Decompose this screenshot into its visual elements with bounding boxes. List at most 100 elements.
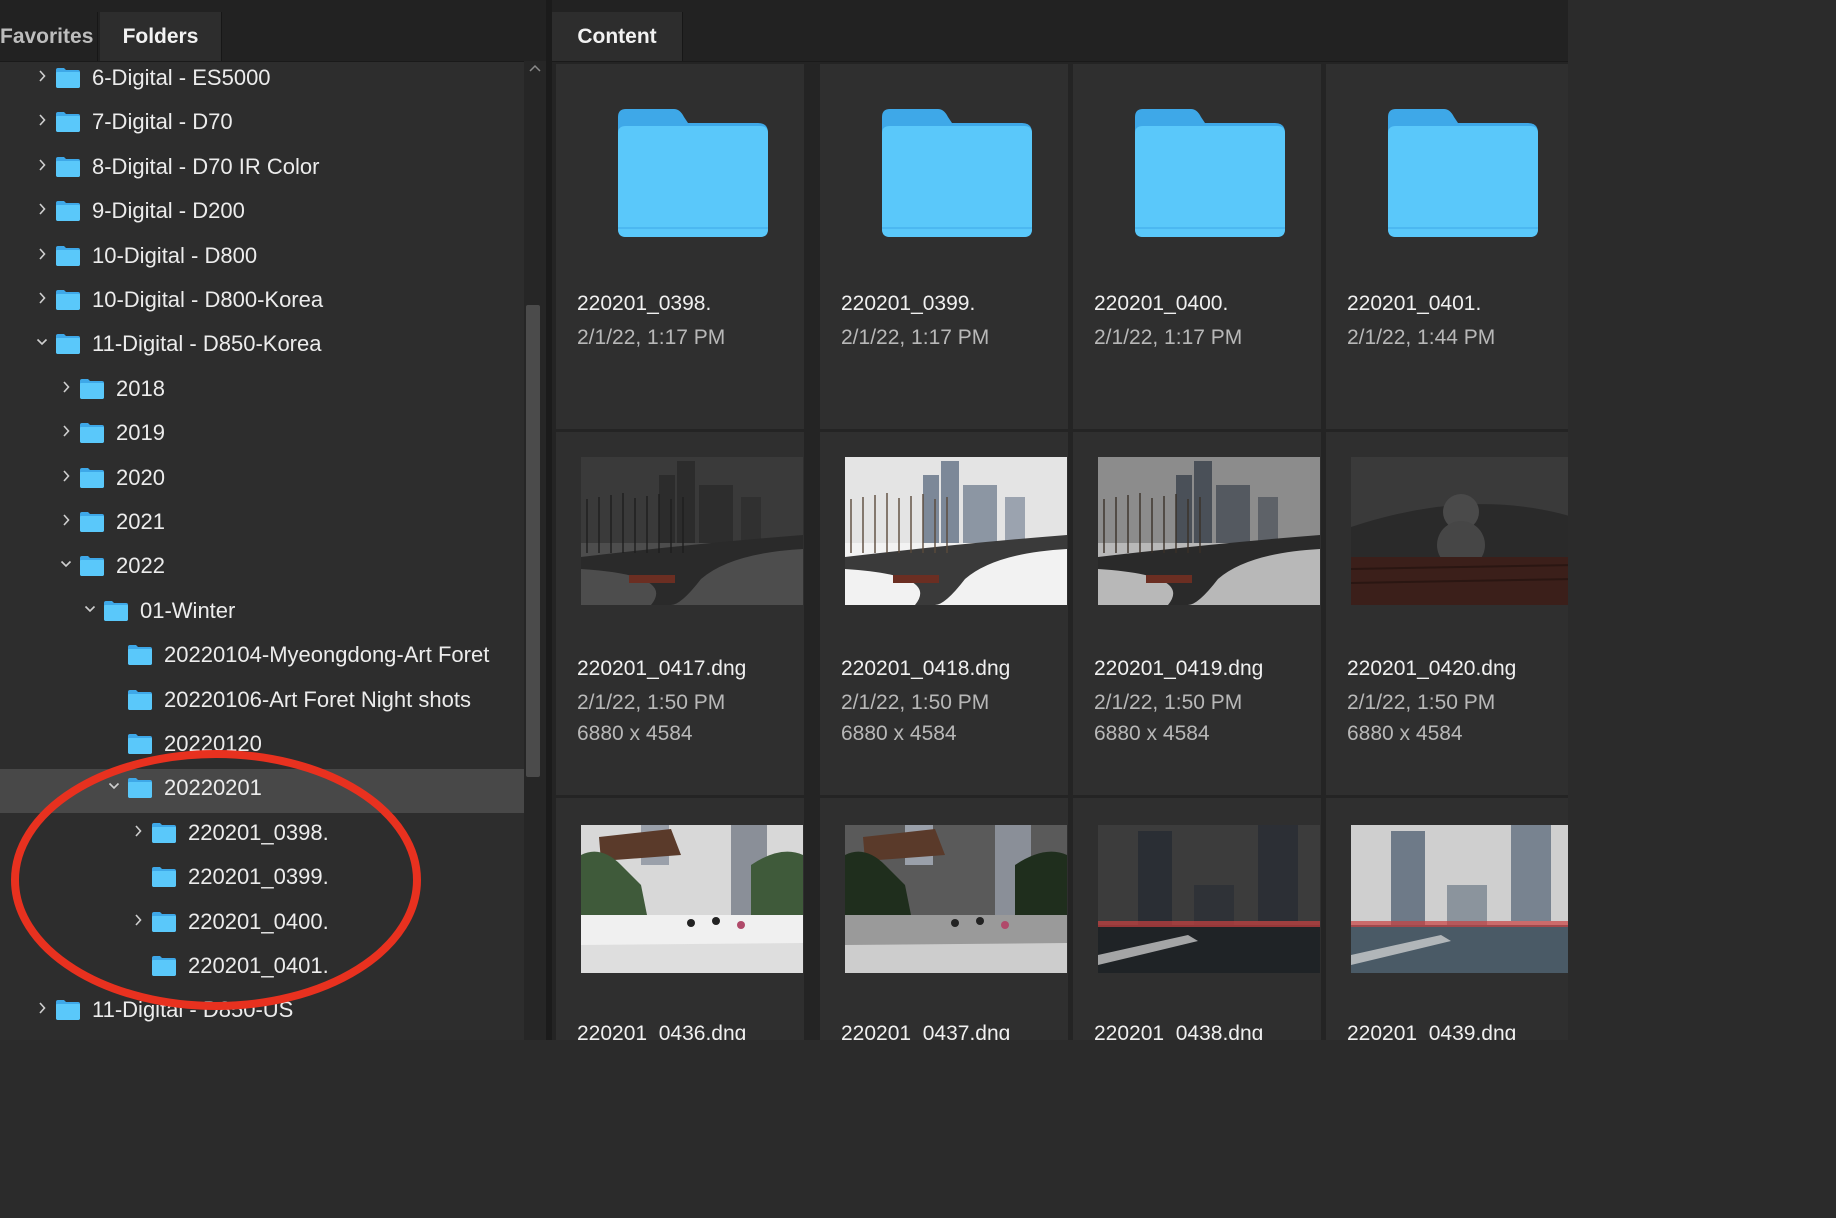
content-folder-item[interactable]: 220201_0401. 2/1/22, 1:44 PM bbox=[1326, 64, 1568, 429]
item-name: 220201_0401. bbox=[1347, 292, 1482, 315]
item-date: 2/1/22, 1:17 PM bbox=[1094, 326, 1243, 349]
tree-row[interactable]: 20220201 bbox=[0, 769, 524, 814]
tree-item-label: 220201_0398. bbox=[188, 819, 329, 845]
tree-row[interactable]: 6-Digital - ES5000 bbox=[0, 61, 524, 103]
photo-thumbnail[interactable] bbox=[1098, 825, 1320, 973]
photo-thumbnail[interactable] bbox=[845, 825, 1067, 973]
folder-icon bbox=[152, 956, 176, 976]
item-name: 220201_0418.dng bbox=[841, 657, 1011, 680]
tree-scrollbar[interactable] bbox=[524, 61, 546, 1040]
tree-item-label: 2021 bbox=[116, 509, 165, 534]
content-folder-item[interactable]: 220201_0400. 2/1/22, 1:17 PM bbox=[1073, 64, 1321, 429]
chevron-right-icon[interactable] bbox=[36, 291, 48, 305]
tree-row[interactable]: 220201_0399. bbox=[0, 858, 524, 902]
folder-icon bbox=[56, 290, 80, 310]
photo-thumbnail[interactable] bbox=[845, 457, 1067, 605]
content-photo-item[interactable]: 220201_0417.dng 2/1/22, 1:50 PM 6880 x 458… bbox=[556, 432, 804, 795]
content-photo-item[interactable]: 220201_0438.dng bbox=[1073, 798, 1321, 1040]
item-name: 220201_0436.dng bbox=[577, 1022, 747, 1040]
tab-favorites[interactable]: Favorites bbox=[0, 12, 98, 61]
tree-row[interactable]: 220201_0400. bbox=[0, 903, 524, 947]
folder-icon[interactable] bbox=[882, 109, 1032, 237]
chevron-down-icon[interactable] bbox=[108, 779, 120, 793]
chevron-right-icon[interactable] bbox=[60, 424, 72, 438]
chevron-right-icon[interactable] bbox=[132, 824, 144, 838]
tree-row[interactable]: 220201_0401. bbox=[0, 947, 524, 991]
tree-row[interactable]: 7-Digital - D70 bbox=[0, 103, 524, 147]
tree-row[interactable]: 2019 bbox=[0, 414, 524, 458]
chevron-right-icon[interactable] bbox=[36, 1001, 48, 1015]
folder-icon bbox=[128, 645, 152, 666]
tree-row[interactable]: 20220120 bbox=[0, 725, 524, 769]
content-photo-item[interactable]: 220201_0419.dng 2/1/22, 1:50 PM 6880 x 458… bbox=[1073, 432, 1321, 795]
tree-row[interactable]: 10-Digital - D800-Korea bbox=[0, 281, 524, 325]
photo-thumbnail[interactable] bbox=[1351, 457, 1568, 605]
tree-row[interactable]: 11-Digital - D850-US bbox=[0, 991, 524, 1035]
folder-icon bbox=[56, 334, 80, 355]
tree-row[interactable]: 9-Digital - D200 bbox=[0, 192, 524, 236]
chevron-right-icon[interactable] bbox=[60, 380, 72, 394]
chevron-right-icon[interactable] bbox=[36, 202, 48, 216]
folder-icon bbox=[104, 600, 128, 621]
tree-item-label: 01-Winter bbox=[140, 597, 236, 623]
chevron-right-icon[interactable] bbox=[36, 69, 48, 83]
content-photo-item[interactable]: 220201_0437.dng bbox=[820, 798, 1068, 1040]
folder-icon bbox=[128, 689, 152, 710]
folder-icon[interactable] bbox=[1135, 109, 1285, 237]
photo-thumbnail[interactable] bbox=[581, 457, 803, 605]
content-photo-item[interactable]: 220201_0418.dng 2/1/22, 1:50 PM 6880 x 458… bbox=[820, 432, 1068, 795]
chevron-down-icon[interactable] bbox=[84, 602, 96, 616]
tree-row[interactable]: 20220104-Myeongdong-Art Foret bbox=[0, 636, 524, 680]
chevron-right-icon[interactable] bbox=[36, 158, 48, 172]
tree-row[interactable]: 11-Digital - D850-Korea bbox=[0, 325, 524, 369]
folder-icon[interactable] bbox=[1388, 109, 1538, 237]
folder-icon bbox=[80, 423, 104, 444]
folder-icon bbox=[56, 1000, 80, 1021]
tree-row[interactable]: 10-Digital - D800 bbox=[0, 237, 524, 281]
tree-row[interactable]: 2018 bbox=[0, 370, 524, 414]
chevron-right-icon[interactable] bbox=[60, 513, 72, 527]
item-name: 220201_0399. bbox=[841, 292, 976, 315]
scrollbar-thumb[interactable] bbox=[526, 305, 540, 777]
tree-row[interactable]: 8-Digital - D70 IR Color bbox=[0, 148, 524, 192]
tree-row[interactable]: 2021 bbox=[0, 503, 524, 547]
tree-item-label: 220201_0401. bbox=[188, 953, 329, 978]
photo-thumbnail[interactable] bbox=[1098, 457, 1320, 605]
folder-icon[interactable] bbox=[618, 109, 768, 237]
tree-row[interactable]: 2022 bbox=[0, 547, 524, 591]
chevron-right-icon[interactable] bbox=[60, 469, 72, 483]
tree-item-label: 11-Digital - D850-Korea bbox=[92, 331, 322, 357]
content-photo-item[interactable]: 220201_0436.dng bbox=[556, 798, 804, 1040]
photo-thumbnail[interactable] bbox=[581, 825, 803, 973]
chevron-right-icon[interactable] bbox=[132, 913, 144, 927]
chevron-right-icon[interactable] bbox=[36, 113, 48, 127]
chevron-right-icon[interactable] bbox=[36, 247, 48, 261]
tree-row[interactable]: 2020 bbox=[0, 459, 524, 503]
tree-item-label: 6-Digital - ES5000 bbox=[92, 65, 271, 90]
tree-item-label: 20220201 bbox=[164, 775, 262, 801]
tree-item-label: 20220106-Art Foret Night shots bbox=[164, 686, 471, 712]
scroll-up-arrow-icon[interactable] bbox=[528, 63, 542, 73]
content-photo-item[interactable]: 220201_0420.dng 2/1/22, 1:50 PM 6880 x 458… bbox=[1326, 432, 1568, 795]
chevron-down-icon[interactable] bbox=[36, 335, 48, 349]
content-folder-item[interactable]: 220201_0398. 2/1/22, 1:17 PM bbox=[556, 64, 804, 429]
tree-item-label: 10-Digital - D800-Korea bbox=[92, 287, 324, 312]
item-date: 2/1/22, 1:50 PM bbox=[1347, 691, 1496, 714]
content-folder-item[interactable]: 220201_0399. 2/1/22, 1:17 PM bbox=[820, 64, 1068, 429]
tree-row[interactable]: 20220106-Art Foret Night shots bbox=[0, 681, 524, 725]
photo-thumbnail[interactable] bbox=[1351, 825, 1568, 973]
item-date: 2/1/22, 1:44 PM bbox=[1347, 326, 1496, 349]
tree-row[interactable]: 220201_0398. bbox=[0, 814, 524, 858]
tree-row[interactable]: 01-Winter bbox=[0, 592, 524, 636]
tab-folders[interactable]: Folders bbox=[100, 12, 222, 61]
tree-item-label: 7-Digital - D70 bbox=[92, 109, 233, 135]
content-photo-item[interactable]: 220201_0439.dng bbox=[1326, 798, 1568, 1040]
tab-content[interactable]: Content bbox=[552, 12, 683, 61]
item-name: 220201_0400. bbox=[1094, 292, 1229, 315]
item-name: 220201_0419.dng bbox=[1094, 657, 1264, 680]
folder-icon bbox=[56, 68, 80, 88]
chevron-down-icon[interactable] bbox=[60, 557, 72, 571]
tree-item-label: 20220120 bbox=[164, 731, 262, 756]
item-name: 220201_0437.dng bbox=[841, 1022, 1011, 1040]
folder-icon bbox=[128, 778, 152, 799]
